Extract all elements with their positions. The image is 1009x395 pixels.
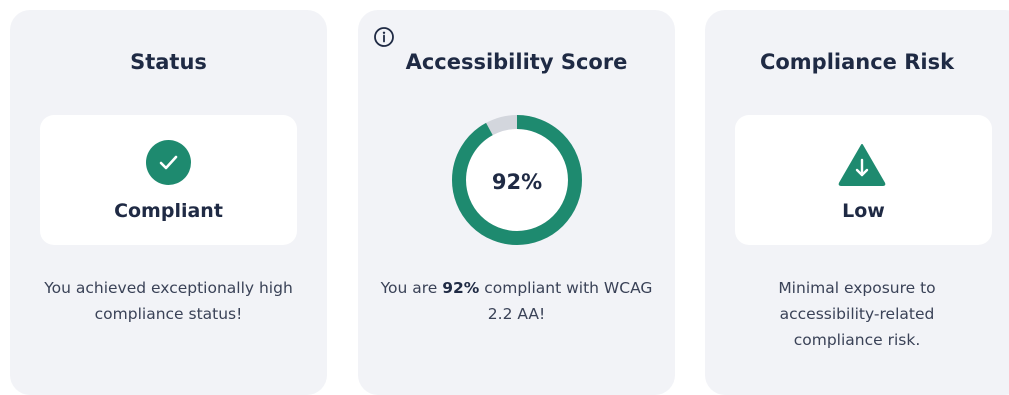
score-description-prefix: You are [380,279,443,297]
info-icon[interactable] [373,26,395,48]
risk-card: Compliance Risk Low Minimal exposure to … [705,10,1009,395]
status-description: You achieved exceptionally high complian… [44,279,293,323]
score-title: Accessibility Score [405,50,628,74]
arrow-down-triangle-icon [838,144,886,186]
score-description: You are 92% compliant with WCAG 2.2 AA! [378,275,655,327]
check-circle-icon [146,140,191,185]
risk-title: Compliance Risk [759,50,955,74]
risk-description: Minimal exposure to accessibility-relate… [778,279,936,349]
score-card: Accessibility Score 92% You are 92% comp… [358,10,675,395]
score-description-value: 92% [442,279,480,297]
score-description-suffix: compliant with WCAG 2.2 AA! [479,279,653,323]
status-badge-box: Compliant [40,115,297,245]
status-card: Status Compliant You achieved exceptiona… [10,10,327,395]
risk-level-label: Low [842,200,885,222]
status-title: Status [130,50,207,74]
risk-badge-box: Low [735,115,992,245]
score-value: 92% [491,170,543,194]
status-label: Compliant [114,200,223,222]
